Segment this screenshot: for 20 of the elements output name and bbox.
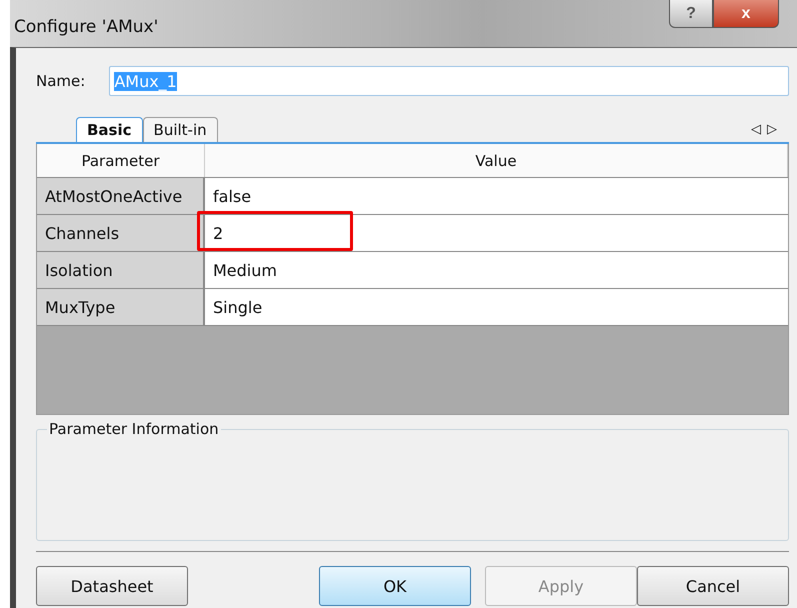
parameter-cell[interactable]: AtMostOneActive: [37, 177, 205, 214]
value-cell[interactable]: Single: [205, 288, 788, 325]
scroll-left-button[interactable]: ◁: [751, 122, 761, 136]
datasheet-button[interactable]: Datasheet: [36, 566, 188, 606]
scroll-right-button[interactable]: ▷: [767, 122, 777, 136]
parameter-cell[interactable]: MuxType: [37, 288, 205, 325]
cancel-button[interactable]: Cancel: [637, 566, 789, 606]
tab[interactable]: Basic: [76, 117, 143, 142]
tab[interactable]: Built-in: [142, 117, 218, 142]
close-button[interactable]: x: [713, 0, 779, 28]
column-header: Parameter: [37, 144, 205, 177]
column-header: Value: [205, 144, 788, 177]
value-cell[interactable]: false: [205, 177, 788, 214]
help-button[interactable]: ?: [669, 0, 713, 28]
value-cell[interactable]: Medium: [205, 251, 788, 288]
parameter-cell[interactable]: Isolation: [37, 251, 205, 288]
parameter-cell[interactable]: Channels: [37, 214, 205, 251]
ok-button[interactable]: OK: [319, 566, 471, 606]
window-title: Configure 'AMux': [14, 16, 158, 36]
name-label: Name:: [36, 72, 86, 90]
